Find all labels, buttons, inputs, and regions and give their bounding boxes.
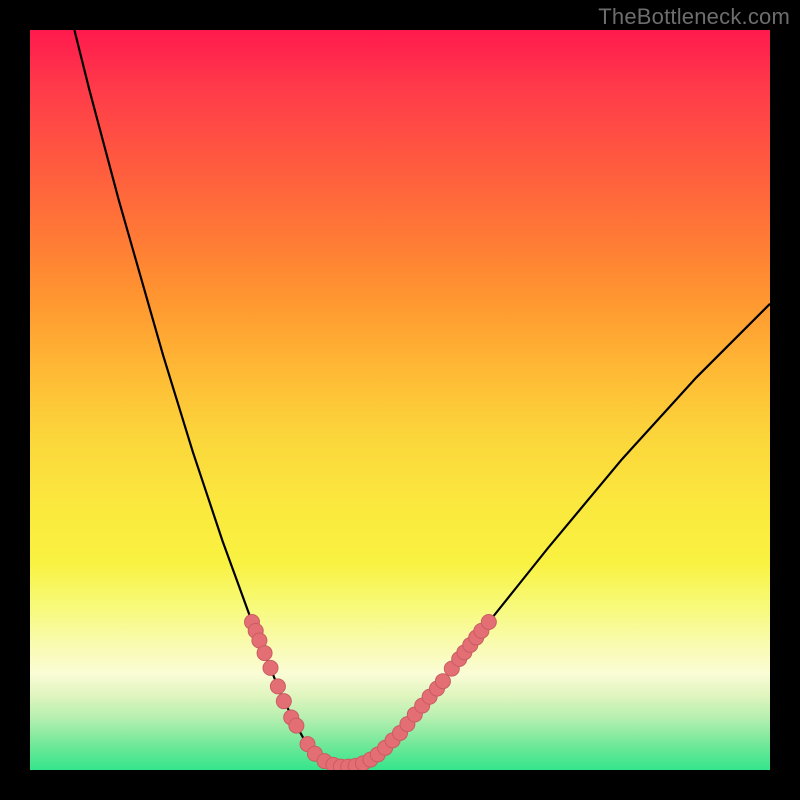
watermark-text: TheBottleneck.com — [598, 4, 790, 30]
marker-dot — [263, 660, 278, 675]
marker-dot — [289, 718, 304, 733]
bottleneck-curve — [74, 30, 770, 767]
marker-dot — [276, 694, 291, 709]
marker-dot — [481, 615, 496, 630]
marker-dot — [270, 679, 285, 694]
plot-area — [30, 30, 770, 770]
marker-dot — [435, 674, 450, 689]
outer-frame: TheBottleneck.com — [0, 0, 800, 800]
marker-dots — [245, 615, 497, 771]
marker-dot — [257, 646, 272, 661]
curve-layer — [30, 30, 770, 770]
